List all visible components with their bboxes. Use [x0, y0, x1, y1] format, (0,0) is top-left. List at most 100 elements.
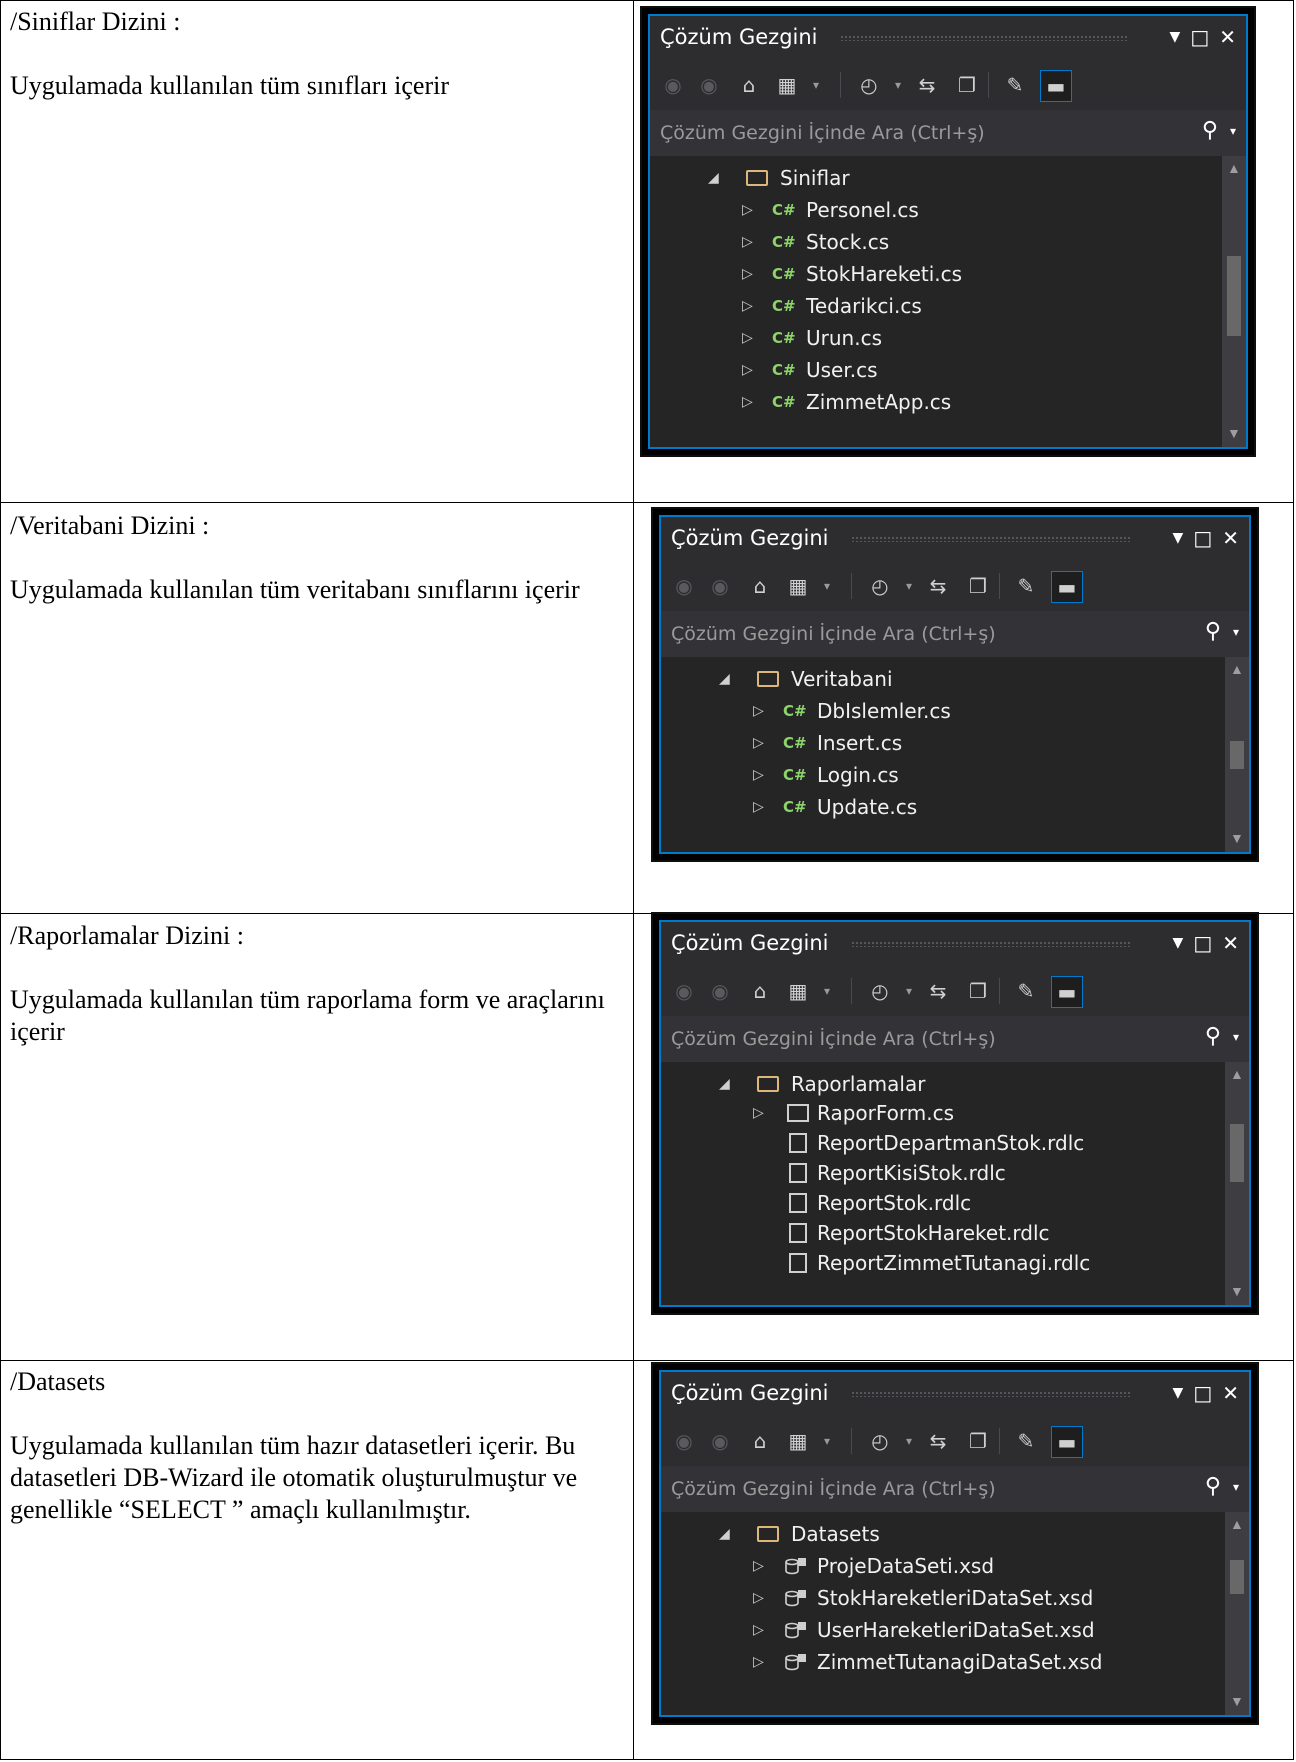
switch-views-icon[interactable]: ▦ [783, 571, 813, 601]
pending-changes-icon[interactable]: ◴ [865, 571, 895, 601]
views-dropdown-icon[interactable]: ▾ [808, 70, 824, 100]
tree-item[interactable]: ▷ C# StokHareketi.cs [650, 258, 1222, 290]
pending-changes-icon[interactable]: ◴ [854, 70, 884, 100]
forward-icon[interactable]: ◉ [705, 1426, 735, 1456]
close-icon[interactable]: ✕ [1222, 930, 1239, 956]
collapsed-arrow-icon[interactable]: ▷ [742, 362, 753, 378]
home-icon[interactable]: ⌂ [745, 976, 775, 1006]
maximize-icon[interactable]: □ [1190, 24, 1209, 50]
preview-icon[interactable]: ▬ [1040, 70, 1072, 102]
scroll-down-icon[interactable]: ▼ [1230, 1285, 1244, 1301]
preview-icon[interactable]: ▬ [1051, 571, 1083, 603]
sync-icon[interactable]: ⇆ [923, 976, 953, 1006]
home-icon[interactable]: ⌂ [745, 1426, 775, 1456]
scroll-down-icon[interactable]: ▼ [1230, 1695, 1244, 1711]
tree-item[interactable]: ▷ C# Personel.cs [650, 194, 1222, 226]
collapse-all-icon[interactable]: ❐ [963, 1426, 993, 1456]
collapsed-arrow-icon[interactable]: ▷ [742, 234, 753, 250]
forward-icon[interactable]: ◉ [705, 571, 735, 601]
pending-dropdown-icon[interactable]: ▾ [901, 976, 917, 1006]
search-icon[interactable]: ⚲ [1205, 1474, 1221, 1499]
collapsed-arrow-icon[interactable]: ▷ [753, 1622, 764, 1638]
tree-folder-row[interactable]: ◢ Datasets [661, 1518, 1225, 1550]
collapsed-arrow-icon[interactable]: ▷ [753, 1590, 764, 1606]
back-icon[interactable]: ◉ [658, 70, 688, 100]
vertical-scrollbar[interactable]: ▲ ▼ [1222, 156, 1246, 447]
pending-dropdown-icon[interactable]: ▾ [901, 1426, 917, 1456]
tree-item[interactable]: ▷ C# DbIslemler.cs [661, 695, 1225, 727]
collapsed-arrow-icon[interactable]: ▷ [753, 735, 764, 751]
search-options-icon[interactable]: ▾ [1233, 1030, 1239, 1044]
tree-item[interactable]: ▷ C# Urun.cs [650, 322, 1222, 354]
scroll-up-icon[interactable]: ▲ [1230, 663, 1244, 679]
collapsed-arrow-icon[interactable]: ▷ [742, 394, 753, 410]
maximize-icon[interactable]: □ [1193, 930, 1212, 956]
tree-item[interactable]: ▷ StokHareketleriDataSet.xsd [661, 1582, 1225, 1614]
tree-item[interactable]: ▷ C# Login.cs [661, 759, 1225, 791]
scrollbar-thumb[interactable] [1230, 741, 1244, 769]
scrollbar-thumb[interactable] [1227, 256, 1241, 336]
tree-item[interactable]: ReportZimmetTutanagi.rdlc [661, 1248, 1225, 1278]
close-icon[interactable]: ✕ [1222, 525, 1239, 551]
collapsed-arrow-icon[interactable]: ▷ [742, 202, 753, 218]
sync-icon[interactable]: ⇆ [923, 571, 953, 601]
back-icon[interactable]: ◉ [669, 571, 699, 601]
tree-item[interactable]: ▷ C# Update.cs [661, 791, 1225, 823]
dropdown-arrow-icon[interactable]: ▼ [1170, 24, 1181, 50]
pending-changes-icon[interactable]: ◴ [865, 976, 895, 1006]
collapsed-arrow-icon[interactable]: ▷ [742, 330, 753, 346]
tree-item[interactable]: ReportStokHareket.rdlc [661, 1218, 1225, 1248]
tree-item[interactable]: ▷ C# Stock.cs [650, 226, 1222, 258]
collapse-all-icon[interactable]: ❐ [963, 571, 993, 601]
back-icon[interactable]: ◉ [669, 1426, 699, 1456]
dropdown-arrow-icon[interactable]: ▼ [1173, 930, 1184, 956]
properties-icon[interactable]: ✎ [1011, 571, 1041, 601]
properties-icon[interactable]: ✎ [1011, 976, 1041, 1006]
collapsed-arrow-icon[interactable]: ▷ [753, 703, 764, 719]
maximize-icon[interactable]: □ [1193, 1380, 1212, 1406]
collapsed-arrow-icon[interactable]: ▷ [753, 1654, 764, 1670]
tree-folder-row[interactable]: ◢ Veritabani [661, 663, 1225, 695]
home-icon[interactable]: ⌂ [745, 571, 775, 601]
dropdown-arrow-icon[interactable]: ▼ [1173, 525, 1184, 551]
tree-folder-row[interactable]: ◢ Siniflar [650, 162, 1222, 194]
preview-icon[interactable]: ▬ [1051, 976, 1083, 1008]
scroll-down-icon[interactable]: ▼ [1230, 832, 1244, 848]
scroll-up-icon[interactable]: ▲ [1227, 162, 1241, 178]
scroll-up-icon[interactable]: ▲ [1230, 1518, 1244, 1534]
tree-item[interactable]: ▷ C# Insert.cs [661, 727, 1225, 759]
collapsed-arrow-icon[interactable]: ▷ [753, 1105, 764, 1121]
tree-item[interactable]: ReportStok.rdlc [661, 1188, 1225, 1218]
vertical-scrollbar[interactable]: ▲ ▼ [1225, 1512, 1249, 1715]
tree-item[interactable]: ReportDepartmanStok.rdlc [661, 1128, 1225, 1158]
vertical-scrollbar[interactable]: ▲ ▼ [1225, 1062, 1249, 1305]
expanded-arrow-icon[interactable]: ◢ [708, 170, 719, 186]
tree-item[interactable]: ▷ ProjeDataSeti.xsd [661, 1550, 1225, 1582]
scroll-down-icon[interactable]: ▼ [1227, 427, 1241, 443]
pending-dropdown-icon[interactable]: ▾ [901, 571, 917, 601]
search-options-icon[interactable]: ▾ [1233, 625, 1239, 639]
search-input[interactable] [661, 1016, 1179, 1062]
switch-views-icon[interactable]: ▦ [772, 70, 802, 100]
tree-item[interactable]: ▷ C# User.cs [650, 354, 1222, 386]
views-dropdown-icon[interactable]: ▾ [819, 976, 835, 1006]
pending-dropdown-icon[interactable]: ▾ [890, 70, 906, 100]
collapsed-arrow-icon[interactable]: ▷ [753, 767, 764, 783]
maximize-icon[interactable]: □ [1193, 525, 1212, 551]
tree-folder-row[interactable]: ◢ Raporlamalar [661, 1068, 1225, 1100]
tree-item[interactable]: ReportKisiStok.rdlc [661, 1158, 1225, 1188]
expanded-arrow-icon[interactable]: ◢ [719, 671, 730, 687]
expanded-arrow-icon[interactable]: ◢ [719, 1076, 730, 1092]
search-input[interactable] [650, 110, 1176, 156]
search-input[interactable] [661, 1466, 1179, 1512]
search-options-icon[interactable]: ▾ [1233, 1480, 1239, 1494]
forward-icon[interactable]: ◉ [694, 70, 724, 100]
search-icon[interactable]: ⚲ [1205, 619, 1221, 644]
tree-item[interactable]: ▷ UserHareketleriDataSet.xsd [661, 1614, 1225, 1646]
collapsed-arrow-icon[interactable]: ▷ [753, 799, 764, 815]
pending-changes-icon[interactable]: ◴ [865, 1426, 895, 1456]
properties-icon[interactable]: ✎ [1000, 70, 1030, 100]
sync-icon[interactable]: ⇆ [912, 70, 942, 100]
search-icon[interactable]: ⚲ [1205, 1024, 1221, 1049]
collapse-all-icon[interactable]: ❐ [952, 70, 982, 100]
